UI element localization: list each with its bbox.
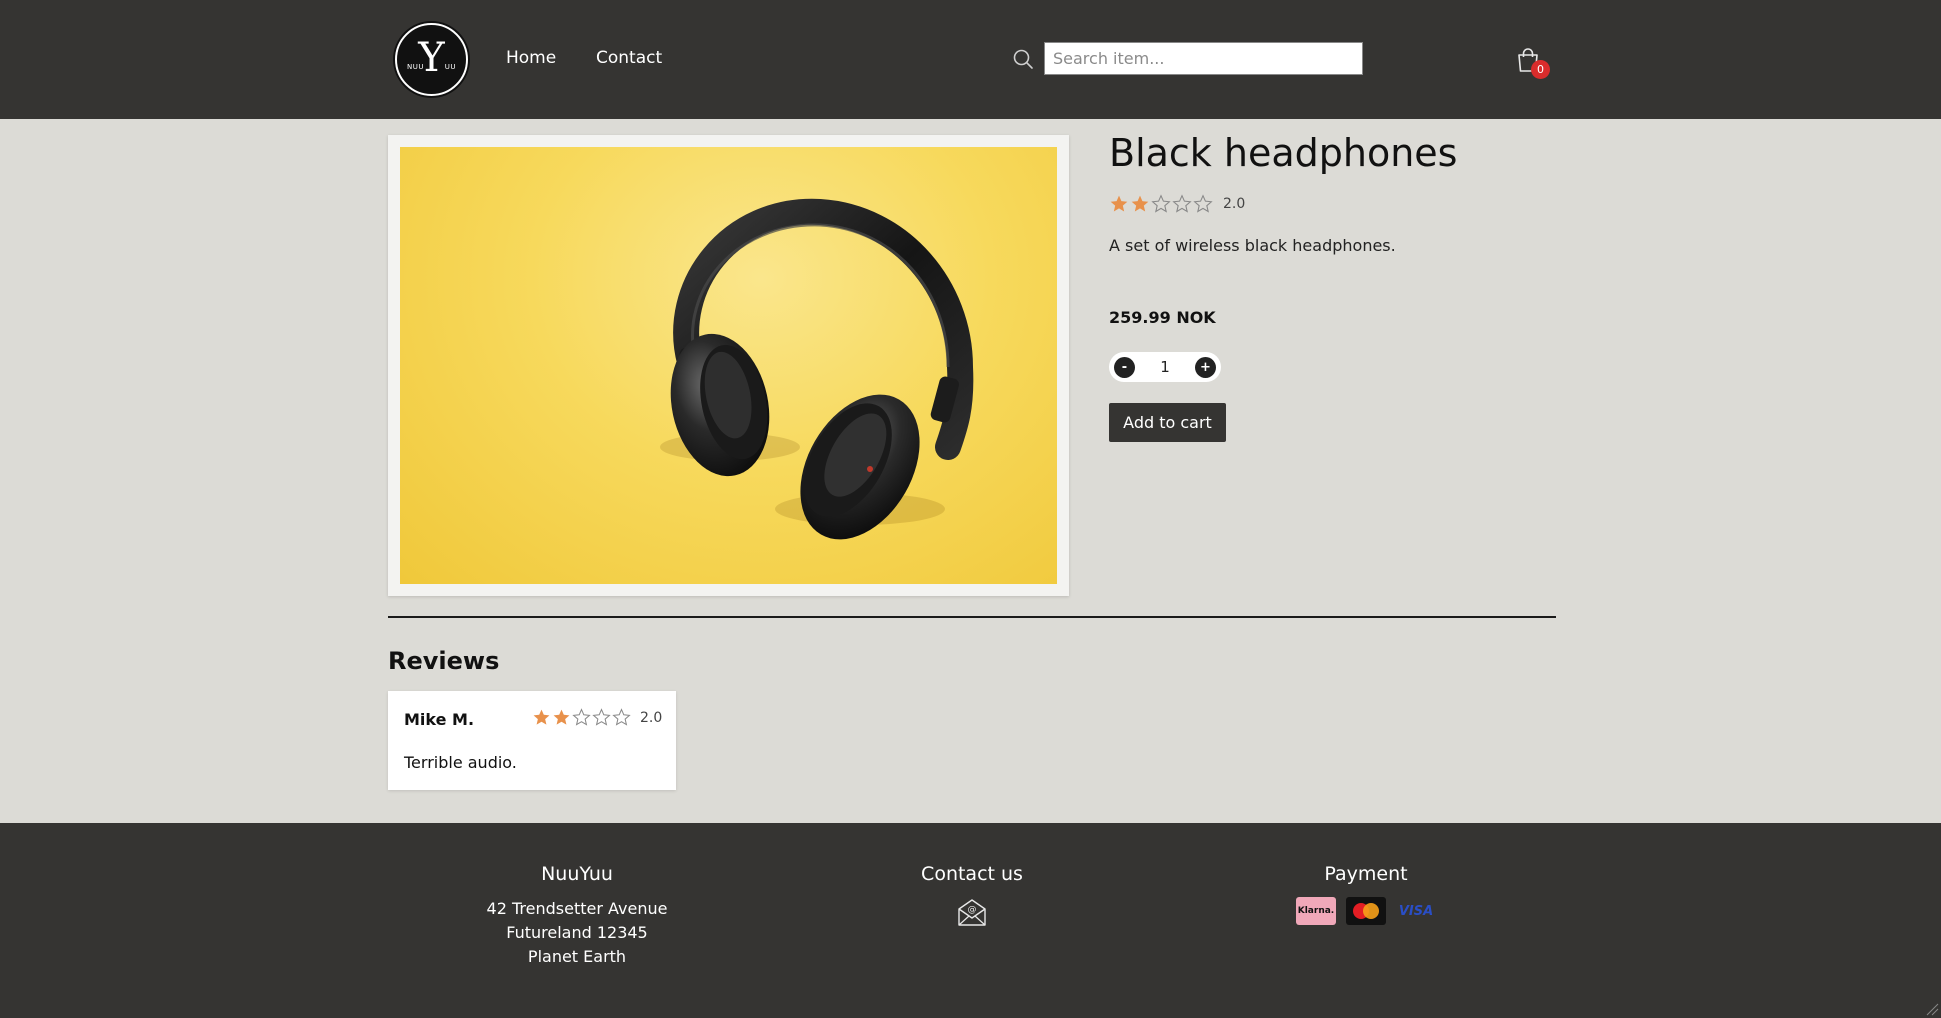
logo-left-text: NUU	[407, 63, 424, 71]
payment-methods: Klarna. VISA	[1236, 897, 1496, 925]
review-author: Mike M.	[404, 710, 475, 729]
site-footer: NuuYuu 42 Trendsetter Avenue Futureland …	[0, 823, 1941, 1018]
star-filled-icon	[533, 709, 550, 725]
email-icon[interactable]: @	[957, 897, 987, 927]
nav-home-link[interactable]: Home	[506, 48, 556, 68]
product-price: 259.99 NOK	[1109, 308, 1216, 327]
star-empty-icon	[572, 708, 591, 726]
reviews-heading: Reviews	[388, 647, 500, 675]
star-empty-icon	[612, 708, 631, 726]
footer-contact: Contact us @	[842, 863, 1102, 931]
section-divider	[388, 616, 1556, 618]
quantity-increase-button[interactable]: +	[1194, 356, 1216, 378]
product-rating-value: 2.0	[1223, 196, 1246, 212]
site-logo[interactable]: Y NUU UU	[395, 23, 468, 96]
star-empty-icon	[1193, 194, 1213, 213]
footer-payment-title: Payment	[1324, 863, 1408, 885]
search-input[interactable]	[1044, 42, 1363, 75]
visa-logo: VISA	[1398, 903, 1434, 919]
quantity-stepper: - 1 +	[1109, 352, 1221, 382]
footer-company-title: NuuYuu	[541, 863, 613, 885]
logo-text: NUU UU	[397, 63, 466, 71]
review-rating-value: 2.0	[640, 709, 663, 726]
product-title: Black headphones	[1109, 131, 1458, 175]
quantity-decrease-button[interactable]: -	[1114, 356, 1135, 378]
star-empty-icon	[1172, 194, 1192, 213]
logo-letter: Y	[418, 34, 445, 81]
cart-count-badge: 0	[1531, 60, 1550, 79]
star-filled-icon	[1110, 195, 1128, 212]
product-rating: 2.0	[1109, 194, 1245, 214]
star-empty-icon	[592, 708, 611, 726]
star-filled-icon	[1131, 195, 1149, 212]
footer-contact-title: Contact us	[921, 863, 1023, 885]
site-header: Y NUU UU Home Contact 0	[0, 0, 1941, 119]
footer-payment: Payment Klarna. VISA	[1236, 863, 1496, 925]
footer-address-line: 42 Trendsetter Avenue	[486, 899, 668, 918]
klarna-logo: Klarna.	[1296, 897, 1336, 925]
footer-address-line: Planet Earth	[527, 947, 627, 966]
review-card: Mike M. 2.0 Terrible audio.	[388, 691, 676, 790]
logo-right-text: UU	[444, 63, 456, 71]
quantity-value[interactable]: 1	[1160, 358, 1170, 376]
star-empty-icon	[1151, 194, 1171, 213]
add-to-cart-button[interactable]: Add to cart	[1109, 403, 1226, 442]
product-image	[400, 147, 1057, 584]
product-image-frame	[388, 135, 1069, 596]
resize-handle-icon[interactable]	[1925, 1002, 1939, 1016]
star-filled-icon	[553, 709, 570, 725]
footer-address-line: Futureland 12345	[506, 923, 648, 942]
nav-contact-link[interactable]: Contact	[596, 48, 662, 68]
mastercard-logo	[1346, 897, 1386, 925]
review-text: Terrible audio.	[404, 753, 517, 772]
footer-company: NuuYuu 42 Trendsetter Avenue Futureland …	[447, 863, 707, 969]
headphones-image	[660, 198, 974, 540]
review-rating: 2.0	[532, 708, 662, 727]
product-description: A set of wireless black headphones.	[1109, 236, 1396, 255]
search-icon[interactable]	[1012, 48, 1034, 70]
svg-text:@: @	[968, 905, 977, 915]
